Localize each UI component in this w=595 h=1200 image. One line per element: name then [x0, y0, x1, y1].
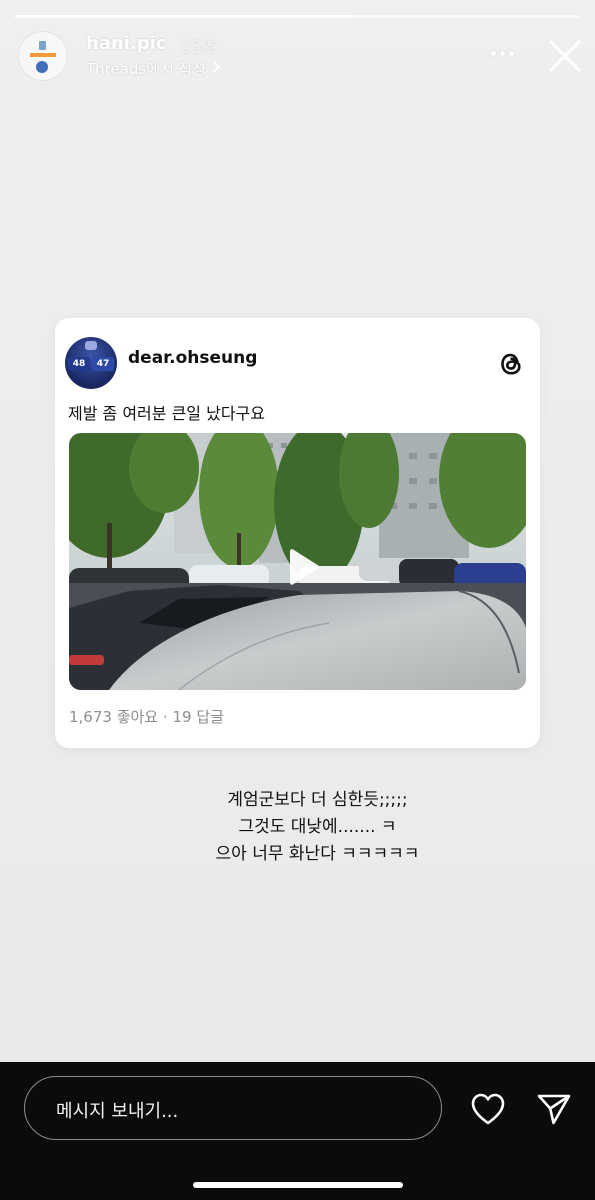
story-username[interactable]: hani.pic: [86, 33, 167, 54]
stats-separator: ·: [162, 708, 168, 726]
story-timestamp: 25초: [180, 38, 218, 58]
more-horizontal-icon[interactable]: [491, 51, 514, 56]
post-author-avatar[interactable]: 48 47: [65, 337, 117, 389]
threads-source-link[interactable]: Threads에서 작성: [86, 58, 221, 79]
story-canvas[interactable]: hani.pic 25초 Threads에서 작성 48 47 dear.ohs…: [0, 0, 595, 1062]
avatar-logo-mark: [39, 41, 46, 50]
avatar-logo-dot: [36, 61, 48, 73]
post-text: 제발 좀 여러분 큰일 났다구요: [68, 404, 265, 423]
post-stats: 1,673 좋아요 · 19 답글: [69, 706, 224, 727]
home-indicator: [193, 1182, 403, 1188]
caption-line: 그것도 대낮에....... ㅋ: [238, 817, 397, 837]
close-icon[interactable]: [548, 39, 582, 77]
post-author-name[interactable]: dear.ohseung: [128, 348, 257, 368]
story-progress-bar: [15, 15, 580, 18]
avatar-logo-bar: [30, 53, 56, 57]
story-caption: 계엄군보다 더 심한듯;;;;; 그것도 대낮에....... ㅋ 으아 너무 …: [0, 787, 595, 868]
caption-line: 으아 너무 화난다 ㅋㅋㅋㅋㅋ: [215, 844, 420, 864]
post-video-thumbnail[interactable]: [69, 433, 526, 690]
threads-logo-icon: [497, 349, 525, 383]
message-input[interactable]: 메시지 보내기...: [24, 1076, 442, 1140]
avatar-badge: 47: [92, 357, 114, 371]
avatar[interactable]: [18, 31, 68, 81]
heart-icon[interactable]: [470, 1092, 506, 1130]
message-placeholder: 메시지 보내기...: [56, 1101, 179, 1122]
post-replies[interactable]: 19 답글: [172, 708, 223, 726]
chevron-right-icon: [212, 59, 221, 79]
threads-post-card[interactable]: 48 47 dear.ohseung 제발 좀 여러분 큰일 났다구요 1,67…: [55, 318, 540, 748]
send-icon[interactable]: [536, 1092, 572, 1130]
source-label: Threads에서 작성: [86, 60, 207, 78]
story-progress-fill: [15, 15, 354, 18]
post-likes[interactable]: 1,673 좋아요: [69, 708, 158, 726]
play-icon[interactable]: [285, 548, 321, 590]
caption-line: 계엄군보다 더 심한듯;;;;;: [227, 790, 408, 810]
avatar-badge: 48: [68, 357, 90, 371]
